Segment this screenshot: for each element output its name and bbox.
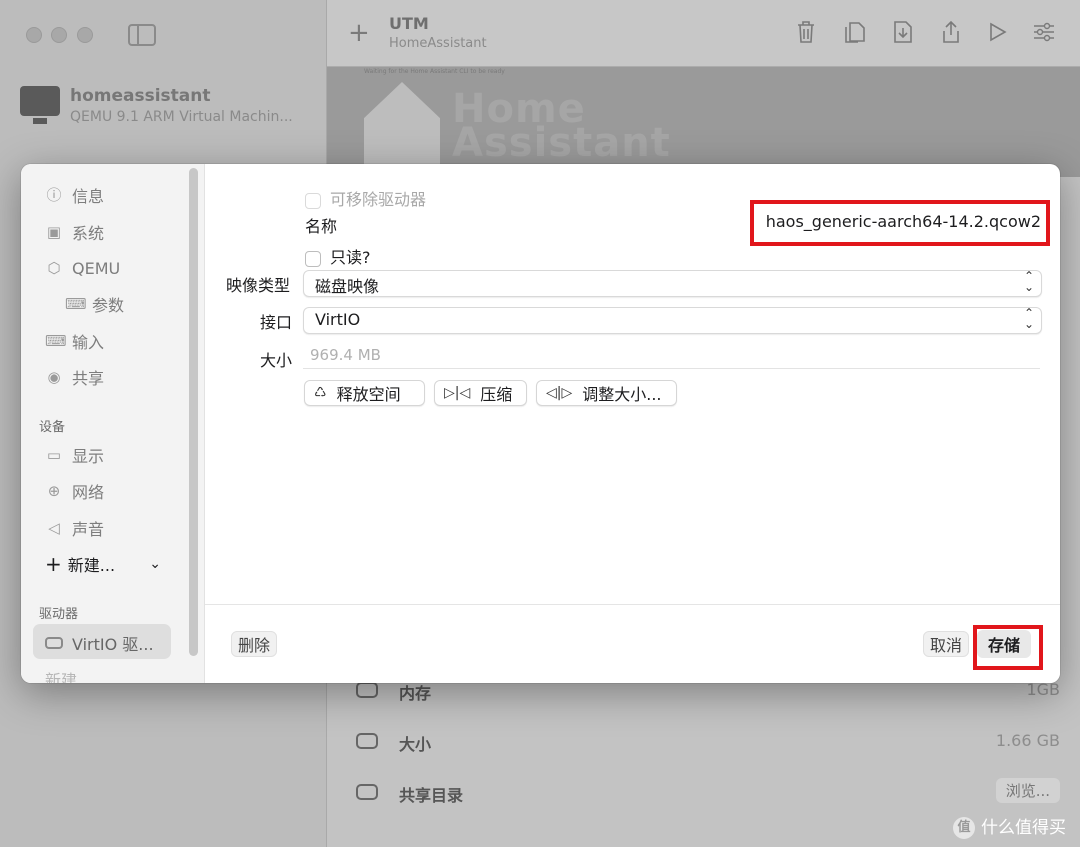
toolbar-subtitle: HomeAssistant [389,36,487,51]
devices-section-header: 设备 [39,420,66,435]
image-type-select[interactable]: 磁盘映像 ⌃ ⌄ [303,270,1042,297]
display-icon: ▭ [46,446,62,464]
name-field[interactable]: haos_generic-aarch64-14.2.qcow2 [750,200,1050,246]
compress-icon: ▷|◁ [444,385,471,401]
clone-icon[interactable] [844,20,866,44]
drive-settings-sheet: ⓘ 信息 ▣ 系统 ⬡ QEMU ⌨ 参数 ⌨ 输入 ◉ 共享 设备 ▭ 显示 ⊕ 网络 ◁ 声音… [21,164,1060,683]
memory-icon [356,682,378,698]
interface-select[interactable]: VirtIO ⌃ ⌄ [303,307,1042,334]
sidebar-scrollbar[interactable] [189,168,198,656]
chip-icon: ▣ [46,223,62,241]
preview-boot-text: Waiting for the Home Assistant CLI to be… [364,68,505,75]
drive-icon [356,784,378,800]
sidebar-item-system[interactable]: ▣ 系统 [45,219,104,245]
resize-button[interactable]: ◁|▷ 调整大小... [536,380,677,406]
chevron-down-icon: ⌄ [149,556,161,572]
drives-section-header: 驱动器 [39,607,79,622]
close-window-button[interactable] [26,27,42,43]
reclaim-space-button[interactable]: ♺ 释放空间 [304,380,425,406]
play-icon[interactable] [987,20,1009,44]
new-device-button[interactable]: + 新建... ⌄ [45,552,161,576]
trash-icon[interactable] [795,20,817,44]
name-label: 名称 [305,217,338,236]
size-divider [303,368,1040,369]
recycle-icon: ♺ [314,385,327,401]
sidebar-item-sound[interactable]: ◁ 声音 [45,515,104,541]
updown-chevron-icon: ⌃ ⌄ [1023,306,1034,331]
sidebar-item-virtio-drive[interactable]: VirtIO 驱... [33,624,171,659]
interface-label: 接口 [260,313,293,332]
settings-sliders-icon[interactable] [1033,20,1055,44]
sidebar-item-qemu[interactable]: ⬡ QEMU [45,255,120,281]
readonly-checkbox[interactable] [305,250,321,267]
main-toolbar [327,0,1080,67]
size-row: 大小 1.66 GB [356,729,1060,754]
sidebar-item-arguments[interactable]: ⌨ 参数 [65,291,124,317]
sidebar-item-network[interactable]: ⊕ 网络 [45,478,104,504]
disk-icon [356,733,378,749]
monitor-icon [20,86,60,124]
keyboard-icon: ⌨ [45,332,67,350]
sidebar-toggle-icon[interactable] [128,24,156,46]
expand-icon: ◁|▷ [546,385,573,401]
cancel-button[interactable]: 取消 [923,631,970,657]
zoom-window-button[interactable] [77,27,93,43]
name-value: haos_generic-aarch64-14.2.qcow2 [765,212,1041,231]
vm-name[interactable]: homeassistant [70,86,211,106]
info-icon: ⓘ [46,186,62,204]
updown-chevron-icon: ⌃ ⌄ [1023,269,1034,294]
vm-subtitle: QEMU 9.1 ARM Virtual Machin... [70,109,293,125]
watermark-badge: 值 [953,817,975,839]
drive-icon [45,637,63,649]
compress-button[interactable]: ▷|◁ 压缩 [434,380,527,406]
person-icon: ◉ [47,368,61,386]
removable-drive-checkbox[interactable] [305,192,321,209]
add-vm-button[interactable]: + [348,18,370,48]
removable-drive-row[interactable]: 可移除驱动器 [305,186,426,210]
sidebar-item-display[interactable]: ▭ 显示 [45,442,104,468]
minimize-window-button[interactable] [51,27,67,43]
sidebar-item-sharing[interactable]: ◉ 共享 [45,364,104,390]
sidebar-item-info[interactable]: ⓘ 信息 [45,182,104,208]
watermark: 值什么值得买 [953,813,1066,839]
size-label: 大小 [260,351,293,370]
globe-icon: ⊕ [47,482,61,500]
cube-icon: ⬡ [47,259,61,277]
speaker-icon: ◁ [48,519,60,537]
home-assistant-wordmark: Home Assistant [452,86,671,166]
share-icon[interactable] [940,20,962,44]
toolbar-title: UTM [389,14,429,33]
sidebar-item-input[interactable]: ⌨ 输入 [45,328,104,354]
size-value: 969.4 MB [310,346,381,364]
save-button[interactable]: 存储 [977,630,1031,658]
download-icon[interactable] [892,20,914,44]
keyboard-icon: ⌨ [65,295,87,313]
drive-form: 可移除驱动器 名称 haos_generic-aarch64-14.2.qcow… [205,164,1060,604]
browse-button[interactable]: 浏览... [995,778,1060,803]
shared-directory-row: 共享目录 浏览... [356,778,1060,805]
image-type-label: 映像类型 [226,276,291,295]
plus-icon: + [45,552,62,576]
sidebar-item-new-drive[interactable]: 新建... [45,667,92,683]
settings-sidebar: ⓘ 信息 ▣ 系统 ⬡ QEMU ⌨ 参数 ⌨ 输入 ◉ 共享 设备 ▭ 显示 ⊕ 网络 ◁ 声音… [21,164,205,683]
readonly-row[interactable]: 只读? [305,244,371,268]
delete-button[interactable]: 删除 [231,631,278,657]
